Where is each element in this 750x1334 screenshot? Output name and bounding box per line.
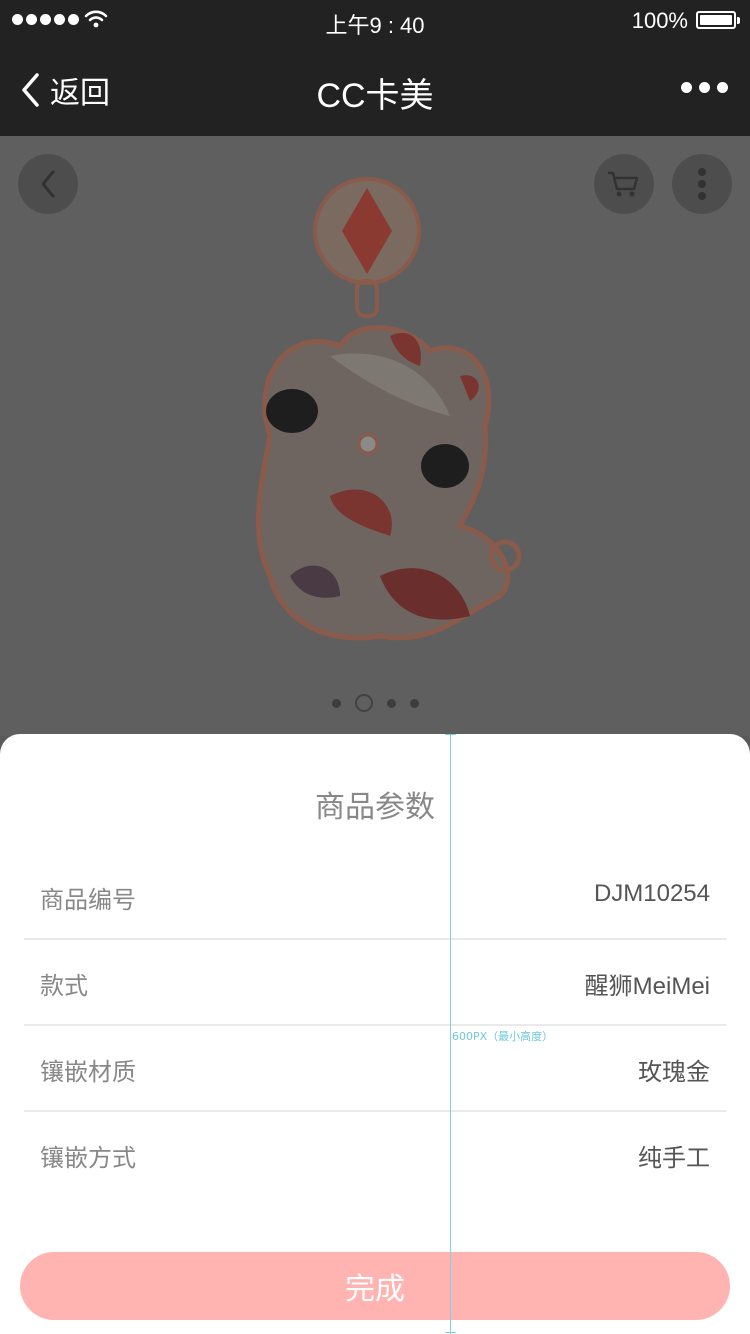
more-vertical-icon xyxy=(698,168,706,200)
cart-icon xyxy=(608,171,639,197)
status-bar: 上午9 : 40 100% xyxy=(0,0,750,40)
nav-title: CC卡美 xyxy=(316,77,434,115)
sheet-title: 商品参数 xyxy=(315,791,435,824)
param-row-inlay-method: 镶嵌方式 纯手工 xyxy=(24,1112,726,1198)
param-row-product-number: 商品编号 DJM10254 xyxy=(24,854,726,940)
image-back-button[interactable] xyxy=(18,154,78,214)
param-value: 玫瑰金 xyxy=(638,1059,710,1086)
param-label: 款式 xyxy=(40,973,88,1000)
param-value: 纯手工 xyxy=(638,1145,710,1172)
done-button[interactable]: 完成 xyxy=(20,1252,730,1320)
param-row-style: 款式 醒狮MeiMei xyxy=(24,940,726,1026)
battery-percent: 100% xyxy=(631,8,688,33)
more-menu-button[interactable] xyxy=(681,82,728,93)
param-value: DJM10254 xyxy=(593,880,710,907)
param-label: 镶嵌材质 xyxy=(40,1059,136,1086)
height-guide-label: 600PX（最小高度） xyxy=(452,1030,554,1043)
height-guide-cap-bottom xyxy=(445,1332,456,1333)
cart-button[interactable] xyxy=(594,154,654,214)
height-guide-line xyxy=(450,734,451,1334)
param-row-inlay-material: 镶嵌材质 玫瑰金 xyxy=(24,1026,726,1112)
pagination-dot[interactable] xyxy=(409,698,419,708)
param-value: 醒狮MeiMei xyxy=(584,973,710,1000)
product-image-area xyxy=(0,136,750,736)
param-list: 商品编号 DJM10254 款式 醒狮MeiMei 镶嵌材质 玫瑰金 镶嵌方式 … xyxy=(24,854,726,1198)
param-label: 镶嵌方式 xyxy=(40,1145,136,1172)
product-params-sheet: 商品参数 商品编号 DJM10254 款式 醒狮MeiMei 镶嵌材质 玫瑰金 … xyxy=(0,734,750,1334)
pagination-dot-active[interactable] xyxy=(354,694,373,712)
product-image xyxy=(256,177,522,641)
pagination-dot[interactable] xyxy=(331,698,341,708)
pagination-dot[interactable] xyxy=(386,698,396,708)
nav-bar: 返回 CC卡美 xyxy=(0,40,750,136)
height-guide-cap-top xyxy=(445,734,456,735)
chevron-left-icon xyxy=(41,170,55,198)
image-more-button[interactable] xyxy=(672,154,732,214)
battery-icon xyxy=(696,11,740,29)
param-label: 商品编号 xyxy=(40,887,136,914)
gallery-pagination xyxy=(0,694,750,712)
